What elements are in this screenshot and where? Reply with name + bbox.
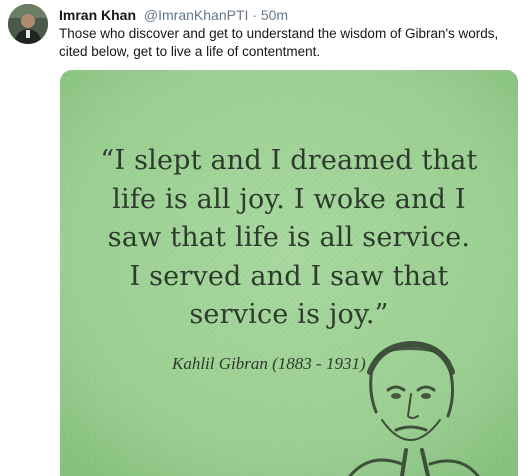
timestamp[interactable]: 50m (261, 7, 288, 23)
quote-text: “I slept and I dreamed that life is all … (60, 142, 518, 335)
tweet-header: Imran Khan @ImranKhanPTI · 50m (59, 7, 288, 23)
quote-line: life is all joy. I woke and I (112, 183, 466, 215)
quote-attribution: Kahlil Gibran (1883 - 1931) (172, 354, 366, 373)
author-name[interactable]: Imran Khan (59, 7, 136, 23)
tweet-image[interactable]: “I slept and I dreamed that life is all … (60, 70, 518, 476)
quote-line: I served and I saw that (129, 260, 449, 292)
quote-line: “I slept and I dreamed that (100, 145, 478, 176)
tweet[interactable]: Imran Khan @ImranKhanPTI · 50m Those who… (0, 0, 530, 476)
tweet-text: Those who discover and get to understand… (59, 26, 499, 59)
avatar[interactable] (8, 4, 48, 44)
author-handle[interactable]: @ImranKhanPTI (144, 7, 248, 23)
quote-line: service is joy.” (189, 299, 389, 330)
separator-dot: · (252, 7, 257, 23)
quote-line: saw that life is all service. (107, 222, 471, 253)
